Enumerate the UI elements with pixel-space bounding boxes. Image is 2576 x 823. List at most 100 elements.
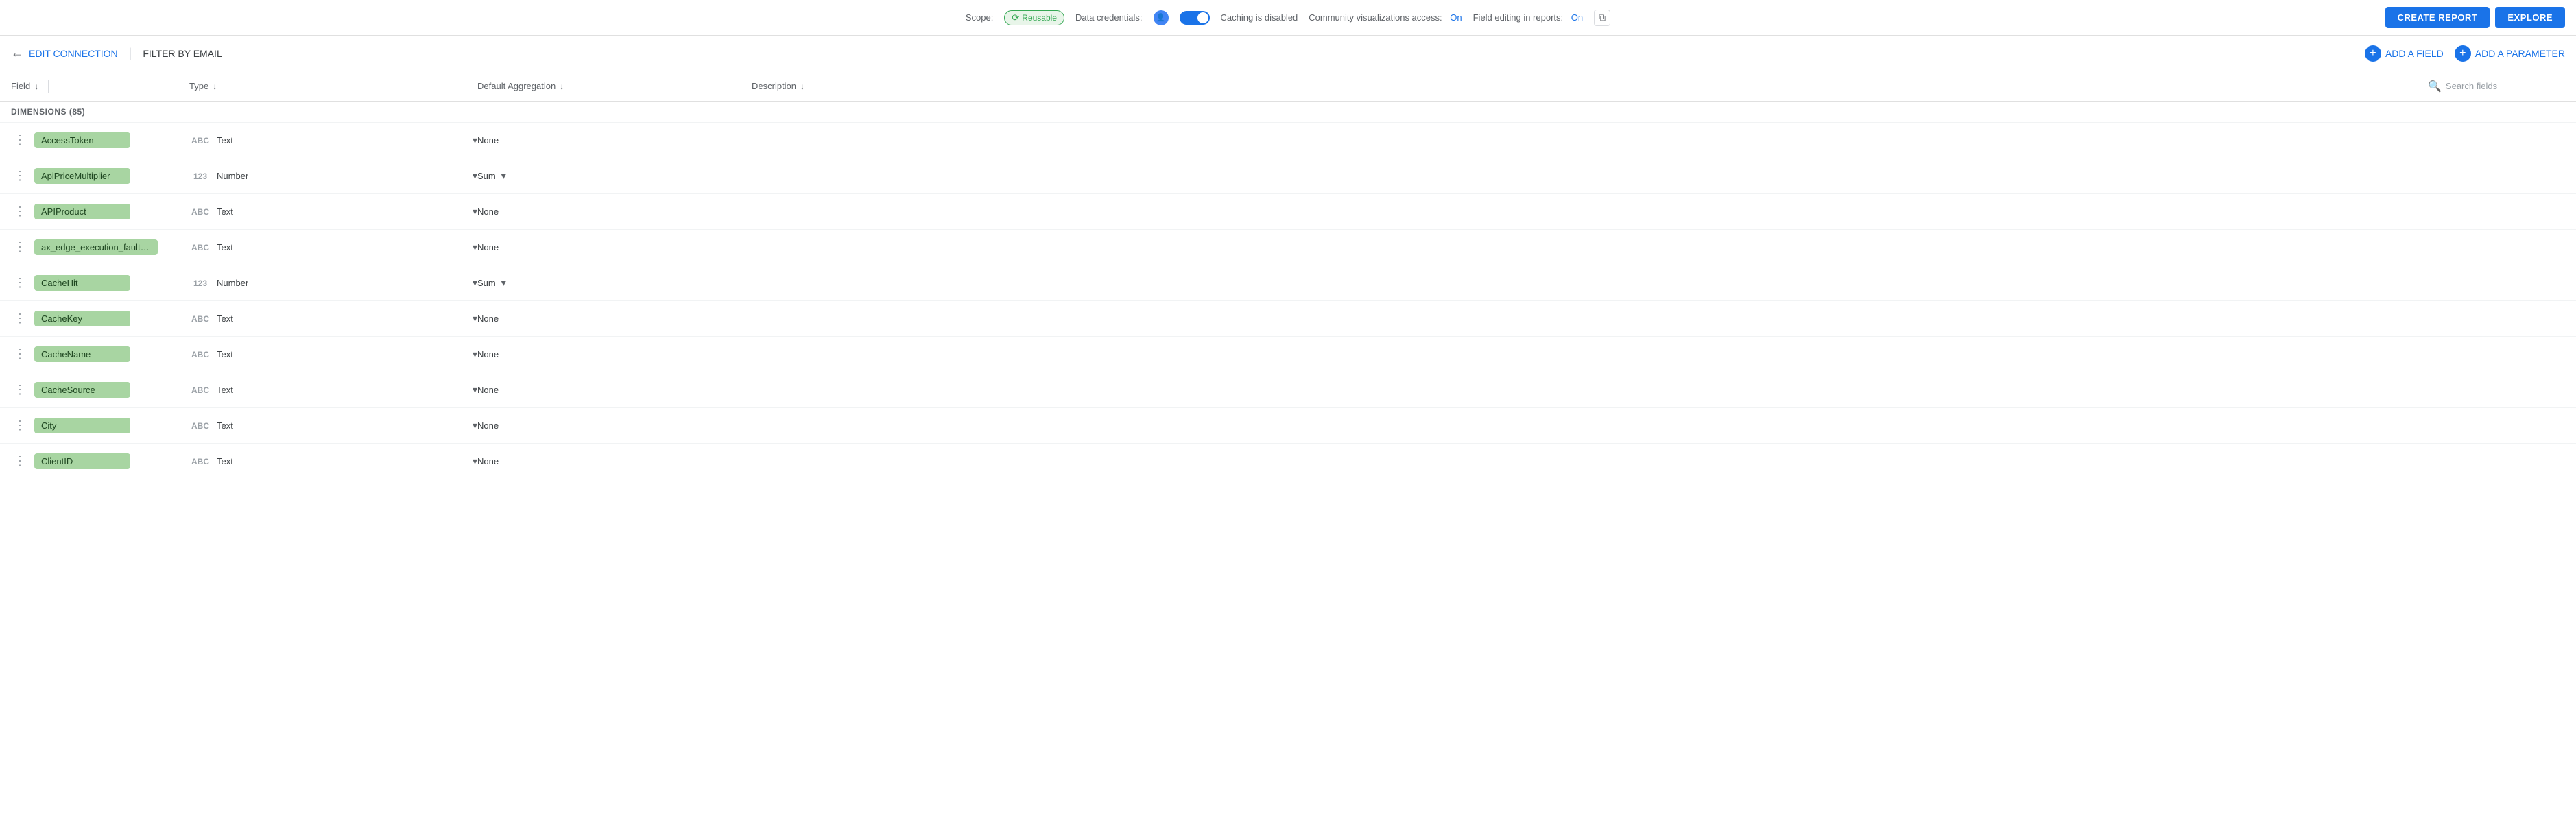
community-label: Community visualizations access: On <box>1309 12 1462 23</box>
type-icon: ABC <box>189 457 211 466</box>
type-dropdown-icon[interactable]: ▾ <box>473 313 477 324</box>
type-dropdown-icon[interactable]: ▾ <box>473 348 477 360</box>
copy-icon-btn[interactable]: ⧉ <box>1594 10 1610 26</box>
explore-button[interactable]: EXPLORE <box>2495 7 2565 28</box>
table-row: ⋮ ax_edge_execution_fault_... ABC Text ▾… <box>0 230 2576 265</box>
type-sort-icon[interactable]: ↓ <box>213 82 217 91</box>
type-name: Text <box>217 242 467 252</box>
type-cell: ABC Text ▾ <box>189 313 477 324</box>
field-cell: ⋮ City <box>11 416 189 436</box>
type-cell: ABC Text ▾ <box>189 384 477 396</box>
type-dropdown-icon[interactable]: ▾ <box>473 455 477 467</box>
field-cell: ⋮ CacheHit <box>11 273 189 293</box>
aggregation-value: None <box>477 385 499 395</box>
field-tag[interactable]: City <box>34 418 130 433</box>
dimensions-label: DIMENSIONS (85) <box>11 107 85 117</box>
aggregation-value: None <box>477 206 499 217</box>
field-resize-handle[interactable] <box>45 80 49 93</box>
row-menu-icon[interactable]: ⋮ <box>11 344 29 364</box>
type-cell: ABC Text ▾ <box>189 134 477 146</box>
aggregation-cell: None <box>477 456 752 466</box>
divider: | <box>129 46 132 60</box>
field-tag[interactable]: CacheKey <box>34 311 130 326</box>
type-cell: 123 Number ▾ <box>189 277 477 289</box>
table-row: ⋮ AccessToken ABC Text ▾ None <box>0 123 2576 158</box>
aggregation-value: None <box>477 456 499 466</box>
row-menu-icon[interactable]: ⋮ <box>11 130 29 150</box>
aggregation-cell: None <box>477 313 752 324</box>
type-icon: 123 <box>189 278 211 288</box>
type-name: Text <box>217 313 467 324</box>
search-placeholder[interactable]: Search fields <box>2446 81 2497 91</box>
add-parameter-button[interactable]: + ADD A PARAMETER <box>2455 45 2565 62</box>
create-report-button[interactable]: CREATE REPORT <box>2385 7 2490 28</box>
field-cell: ⋮ CacheKey <box>11 309 189 329</box>
search-icon: 🔍 <box>2428 80 2442 93</box>
type-dropdown-icon[interactable]: ▾ <box>473 241 477 253</box>
add-field-icon: + <box>2365 45 2381 62</box>
aggregation-value: None <box>477 135 499 145</box>
add-field-button[interactable]: + ADD A FIELD <box>2365 45 2444 62</box>
field-cell: ⋮ APIProduct <box>11 202 189 222</box>
field-tag[interactable]: ApiPriceMultiplier <box>34 168 130 184</box>
field-cell: ⋮ ClientID <box>11 451 189 471</box>
field-tag[interactable]: APIProduct <box>34 204 130 219</box>
data-credentials-avatar: 👤 <box>1154 10 1169 25</box>
back-arrow-icon: ← <box>11 46 23 60</box>
field-editing-label: Field editing in reports: On <box>1473 12 1583 23</box>
toggle-bar-credentials[interactable] <box>1180 11 1210 25</box>
field-tag[interactable]: AccessToken <box>34 132 130 148</box>
row-menu-icon[interactable]: ⋮ <box>11 416 29 436</box>
aggregation-dropdown-icon[interactable]: ▾ <box>501 170 506 182</box>
field-cell: ⋮ ax_edge_execution_fault_... <box>11 237 189 257</box>
field-tag[interactable]: CacheSource <box>34 382 130 398</box>
description-header-label: Description <box>752 81 796 91</box>
table-header: Field ↓ Type ↓ Default Aggregation ↓ Des… <box>0 71 2576 102</box>
aggregation-cell: None <box>477 385 752 395</box>
aggregation-cell: Sum ▾ <box>477 170 752 182</box>
type-dropdown-icon[interactable]: ▾ <box>473 384 477 396</box>
dimensions-header: DIMENSIONS (85) <box>0 102 2576 123</box>
type-icon: ABC <box>189 243 211 252</box>
field-tag[interactable]: CacheName <box>34 346 130 362</box>
second-bar-right: + ADD A FIELD + ADD A PARAMETER <box>2365 45 2565 62</box>
aggregation-dropdown-icon[interactable]: ▾ <box>501 277 506 289</box>
field-tag[interactable]: CacheHit <box>34 275 130 291</box>
field-tag[interactable]: ax_edge_execution_fault_... <box>34 239 158 255</box>
top-bar-actions: CREATE REPORT EXPLORE <box>2385 7 2565 28</box>
aggregation-cell: None <box>477 242 752 252</box>
row-menu-icon[interactable]: ⋮ <box>11 202 29 222</box>
type-icon: 123 <box>189 171 211 181</box>
type-icon: ABC <box>189 385 211 395</box>
description-sort-icon[interactable]: ↓ <box>800 82 804 91</box>
type-dropdown-icon[interactable]: ▾ <box>473 134 477 146</box>
type-name: Text <box>217 385 467 395</box>
col-search: 🔍 Search fields <box>2428 80 2565 93</box>
type-name: Text <box>217 206 467 217</box>
row-menu-icon[interactable]: ⋮ <box>11 273 29 293</box>
aggregation-cell: None <box>477 420 752 431</box>
type-dropdown-icon[interactable]: ▾ <box>473 206 477 217</box>
type-cell: ABC Text ▾ <box>189 455 477 467</box>
field-tag[interactable]: ClientID <box>34 453 130 469</box>
add-field-label: ADD A FIELD <box>2385 48 2444 59</box>
row-menu-icon[interactable]: ⋮ <box>11 451 29 471</box>
aggregation-sort-icon[interactable]: ↓ <box>560 82 564 91</box>
row-menu-icon[interactable]: ⋮ <box>11 166 29 186</box>
row-menu-icon[interactable]: ⋮ <box>11 309 29 329</box>
type-cell: ABC Text ▾ <box>189 241 477 253</box>
row-menu-icon[interactable]: ⋮ <box>11 237 29 257</box>
type-dropdown-icon[interactable]: ▾ <box>473 420 477 431</box>
type-name: Text <box>217 349 467 359</box>
type-icon: ABC <box>189 207 211 217</box>
type-name: Text <box>217 456 467 466</box>
field-sort-icon[interactable]: ↓ <box>34 82 38 91</box>
field-header-label: Field <box>11 81 30 91</box>
row-menu-icon[interactable]: ⋮ <box>11 380 29 400</box>
col-field-header: Field ↓ <box>11 80 189 93</box>
type-dropdown-icon[interactable]: ▾ <box>473 277 477 289</box>
back-button[interactable]: ← EDIT CONNECTION <box>11 46 118 60</box>
type-icon: ABC <box>189 350 211 359</box>
type-dropdown-icon[interactable]: ▾ <box>473 170 477 182</box>
col-description-header: Description ↓ <box>752 81 2428 91</box>
